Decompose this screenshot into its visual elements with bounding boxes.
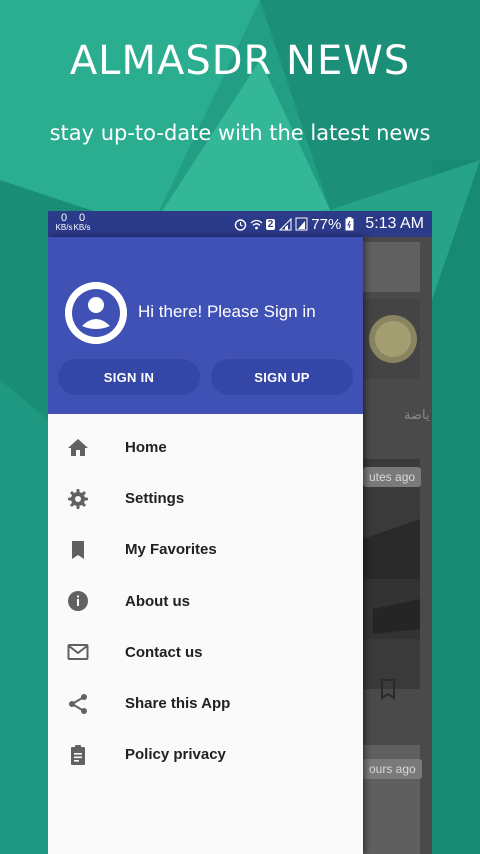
feed-card-top bbox=[363, 242, 420, 292]
signal-icon-1 bbox=[279, 217, 292, 231]
home-icon bbox=[66, 436, 90, 460]
bookmark-icon bbox=[66, 538, 90, 562]
status-clock: 5:13 AM bbox=[365, 215, 424, 232]
promo-subtitle: stay up-to-date with the latest news bbox=[49, 121, 431, 145]
feed-card-article-1[interactable] bbox=[363, 459, 420, 689]
sign-up-button[interactable]: SIGN UP bbox=[211, 359, 353, 395]
coin-image bbox=[369, 315, 417, 363]
net-up-speed: 0 KB/s bbox=[55, 212, 73, 233]
status-bar: 0 KB/s 0 KB/s 2 77% 5:13 AM bbox=[48, 211, 432, 237]
drawer-item-label: Home bbox=[125, 439, 167, 457]
alarm-icon bbox=[234, 217, 246, 231]
drawer-item-label: My Favorites bbox=[125, 541, 217, 559]
drawer-item-label: Contact us bbox=[125, 643, 203, 661]
gear-icon bbox=[66, 487, 90, 511]
drawer-item-home[interactable]: Home bbox=[48, 422, 363, 473]
bookmark-icon[interactable] bbox=[376, 677, 400, 701]
sign-in-greeting[interactable]: Hi there! Please Sign in bbox=[138, 302, 316, 322]
article-1-time: utes ago bbox=[363, 467, 422, 487]
drawer-item-label: Policy privacy bbox=[125, 746, 226, 764]
article-image bbox=[363, 459, 420, 689]
mail-icon bbox=[66, 640, 90, 664]
drawer-item-about[interactable]: About us bbox=[48, 576, 363, 627]
navigation-drawer: Hi there! Please Sign in SIGN IN SIGN UP… bbox=[48, 237, 363, 854]
net-down-speed: 0 KB/s bbox=[73, 212, 91, 233]
drawer-menu: Home Settings My Favorites About us Cont… bbox=[48, 422, 363, 780]
drawer-header: Hi there! Please Sign in SIGN IN SIGN UP bbox=[48, 237, 363, 414]
wifi-icon bbox=[250, 217, 263, 231]
drawer-item-policy[interactable]: Policy privacy bbox=[48, 729, 363, 780]
article-2-time: ours ago bbox=[363, 759, 422, 779]
drawer-item-settings[interactable]: Settings bbox=[48, 473, 363, 524]
drawer-item-label: Share this App bbox=[125, 695, 231, 713]
promo-title: ALMASDR NEWS bbox=[69, 38, 411, 84]
drawer-item-label: Settings bbox=[125, 490, 185, 508]
drawer-item-label: About us bbox=[125, 592, 190, 610]
info-icon bbox=[66, 589, 90, 613]
sign-in-button[interactable]: SIGN IN bbox=[58, 359, 200, 395]
category-tab-fragment[interactable]: ياضة bbox=[404, 407, 430, 423]
drawer-item-contact[interactable]: Contact us bbox=[48, 627, 363, 678]
clipboard-icon bbox=[66, 743, 90, 767]
sim-badge: 2 bbox=[265, 218, 276, 230]
drawer-item-favorites[interactable]: My Favorites bbox=[48, 524, 363, 575]
share-icon bbox=[66, 692, 90, 716]
avatar[interactable] bbox=[65, 282, 127, 344]
drawer-item-share[interactable]: Share this App bbox=[48, 678, 363, 729]
phone-screen: ياضة utes ago ours ago 0 KB/s 0 KB/s 2 7… bbox=[48, 211, 432, 854]
battery-percent: 77% bbox=[311, 215, 342, 233]
signal-icon-2 bbox=[295, 217, 308, 231]
feed-card-thumbnail bbox=[363, 299, 420, 379]
battery-icon bbox=[345, 217, 357, 231]
